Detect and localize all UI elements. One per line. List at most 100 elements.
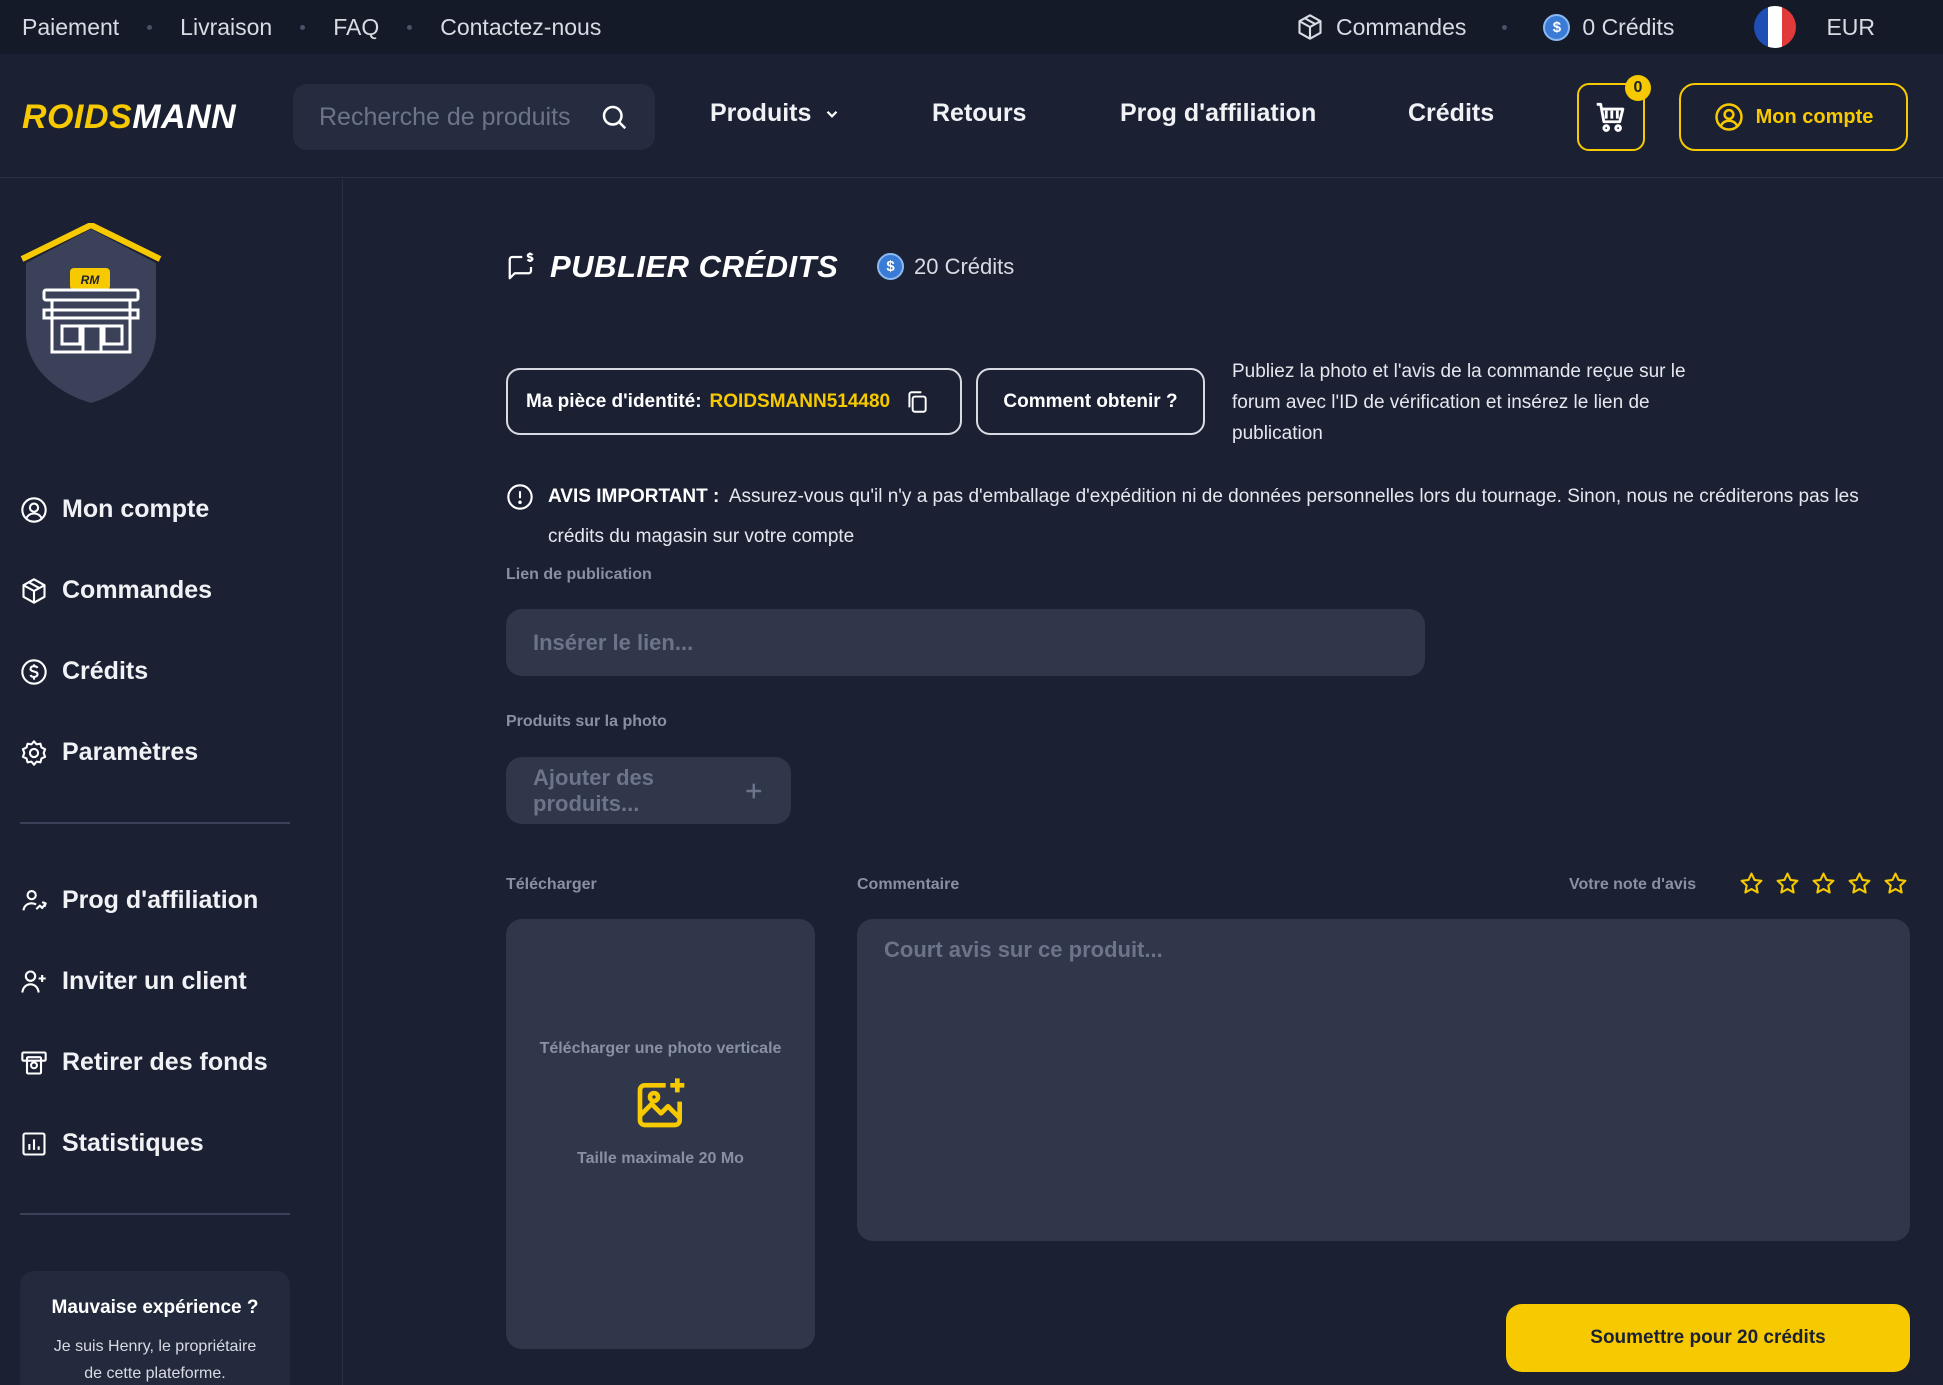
- separator-dot: [300, 24, 306, 30]
- top-right-group: Commandes $ 0 Crédits EUR: [1296, 0, 1943, 54]
- top-link-payment[interactable]: Paiement: [22, 14, 119, 41]
- top-orders-link[interactable]: Commandes: [1296, 13, 1466, 41]
- sidebar-item-label: Statistiques: [62, 1129, 204, 1157]
- nav-returns[interactable]: Retours: [932, 99, 1026, 128]
- star-icon[interactable]: [1811, 871, 1836, 896]
- products-label: Produits sur la photo: [506, 713, 667, 730]
- photo-upload-dropzone[interactable]: Télécharger une photo verticale Taille m…: [506, 919, 815, 1349]
- nav-credits[interactable]: Crédits: [1408, 99, 1494, 128]
- comment-textarea[interactable]: [884, 937, 1883, 1197]
- nav-products-label: Produits: [710, 99, 812, 127]
- separator-dot: [1502, 24, 1508, 30]
- user-circle-icon: [1714, 103, 1743, 131]
- alert-circle-icon: [507, 484, 533, 510]
- french-flag-icon[interactable]: [1754, 6, 1797, 48]
- logo[interactable]: ROIDSMANN: [22, 98, 236, 137]
- publication-link-input[interactable]: [533, 629, 1398, 656]
- sidebar-item-account[interactable]: Mon compte: [20, 495, 209, 524]
- account-button-label: Mon compte: [1755, 105, 1874, 128]
- id-label: Ma pièce d'identité:: [526, 390, 702, 412]
- top-link-contact[interactable]: Contactez-nous: [440, 14, 601, 41]
- sidebar-item-invite[interactable]: Inviter un client: [20, 967, 247, 996]
- main-content: PUBLIER CRÉDITS $ 20 Crédits Ma pièce d'…: [343, 179, 1943, 1385]
- sidebar-item-credits[interactable]: Crédits: [20, 657, 148, 686]
- coin-icon: $: [1543, 13, 1571, 41]
- separator-dot: [407, 24, 413, 30]
- title-credits-label: 20 Crédits: [914, 253, 1015, 279]
- currency-selector[interactable]: EUR: [1826, 14, 1875, 41]
- link-label: Lien de publication: [506, 566, 652, 583]
- sidebar-item-withdraw[interactable]: Retirer des fonds: [20, 1048, 268, 1077]
- star-icon[interactable]: [1739, 871, 1764, 896]
- sidebar-item-label: Paramètres: [62, 738, 199, 766]
- upload-title: Télécharger une photo verticale: [539, 1040, 782, 1057]
- sidebar-item-stats[interactable]: Statistiques: [20, 1129, 204, 1158]
- sidebar-item-label: Inviter un client: [62, 967, 247, 995]
- separator-dot: [147, 24, 153, 30]
- plus-icon: [746, 783, 762, 798]
- withdraw-icon: [21, 1050, 47, 1075]
- search-box: [293, 84, 655, 150]
- verification-id-box: Ma pièce d'identité: ROIDSMANN514480: [506, 368, 962, 435]
- comment-field: [857, 919, 1910, 1241]
- star-icon[interactable]: [1883, 871, 1908, 896]
- nav-affiliate[interactable]: Prog d'affiliation: [1120, 99, 1316, 128]
- sidebar-item-settings[interactable]: Paramètres: [20, 738, 198, 767]
- coin-icon: $: [877, 253, 904, 280]
- page-title-text: PUBLIER CRÉDITS: [550, 249, 839, 284]
- sidebar-item-affiliate[interactable]: Prog d'affiliation: [20, 886, 258, 915]
- add-products-label: Ajouter des produits...: [533, 764, 655, 816]
- nav-products[interactable]: Produits: [710, 99, 841, 128]
- review-credits-icon: [508, 252, 534, 280]
- star-icon[interactable]: [1847, 871, 1872, 896]
- help-card: Mauvaise expérience ? Je suis Henry, le …: [20, 1271, 290, 1385]
- notice-label: AVIS IMPORTANT :: [548, 486, 720, 507]
- cart-icon: [1596, 102, 1625, 132]
- notice-text: Assurez-vous qu'il n'y a pas d'emballage…: [548, 486, 1859, 547]
- search-icon[interactable]: [599, 102, 629, 132]
- top-links: Paiement Livraison FAQ Contactez-nous: [22, 14, 601, 41]
- help-card-line: de cette plateforme.: [84, 1365, 226, 1382]
- help-card-line: Je suis Henry, le propriétaire: [53, 1338, 257, 1355]
- sidebar-item-label: Commandes: [62, 576, 213, 604]
- submit-button[interactable]: Soumettre pour 20 crédits: [1506, 1304, 1910, 1372]
- help-card-description: Je suis Henry, le propriétaire de cette …: [20, 1333, 290, 1385]
- user-plus-icon: [21, 969, 46, 993]
- star-icon[interactable]: [1775, 871, 1800, 896]
- top-link-delivery[interactable]: Livraison: [180, 14, 272, 41]
- affiliate-icon: [22, 889, 47, 911]
- top-orders-label: Commandes: [1336, 13, 1467, 40]
- shield-badge-text: RM: [80, 273, 100, 287]
- add-image-icon: [637, 1078, 684, 1128]
- page-title: PUBLIER CRÉDITS: [506, 249, 838, 285]
- cart-button[interactable]: 0: [1577, 75, 1651, 151]
- sidebar-item-label: Crédits: [62, 657, 149, 685]
- comment-label: Commentaire: [857, 876, 960, 893]
- help-card-title: Mauvaise expérience ?: [51, 1297, 259, 1318]
- stats-icon: [22, 1131, 46, 1156]
- logo-part-yellow: ROIDS: [22, 98, 133, 136]
- coin-icon: [21, 658, 47, 685]
- top-credits-link[interactable]: $ 0 Crédits: [1543, 13, 1675, 41]
- how-to-get-description: Publiez la photo et l'avis de la command…: [1232, 361, 1686, 444]
- account-button[interactable]: Mon compte: [1679, 83, 1908, 151]
- box-icon: [22, 577, 46, 604]
- top-utility-bar: Paiement Livraison FAQ Contactez-nous Co…: [0, 0, 1943, 54]
- search-input[interactable]: [319, 102, 599, 132]
- title-credits: $ 20 Crédits: [877, 253, 1014, 280]
- rating-label: Votre note d'avis: [1569, 876, 1697, 893]
- store-shield-emblem: RM: [20, 223, 162, 405]
- top-link-faq[interactable]: FAQ: [333, 14, 379, 41]
- notice-body: AVIS IMPORTANT : Assurez-vous qu'il n'y …: [548, 477, 1896, 557]
- user-circle-icon: [21, 496, 47, 523]
- main-header: ROIDSMANN Produits Retours Prog d'affili…: [0, 54, 1943, 178]
- sidebar-divider: [20, 1213, 290, 1215]
- sidebar: RM Mon compte Commandes Crédits Paramètr…: [0, 179, 343, 1385]
- sidebar-item-orders[interactable]: Commandes: [20, 576, 212, 605]
- id-value: ROIDSMANN514480: [709, 390, 891, 412]
- add-products-button[interactable]: Ajouter des produits...: [506, 757, 791, 824]
- top-credits-label: 0 Crédits: [1582, 13, 1675, 40]
- copy-icon[interactable]: [904, 389, 930, 415]
- logo-part-white: MANN: [132, 98, 237, 136]
- how-to-get-button[interactable]: Comment obtenir ?: [976, 368, 1205, 435]
